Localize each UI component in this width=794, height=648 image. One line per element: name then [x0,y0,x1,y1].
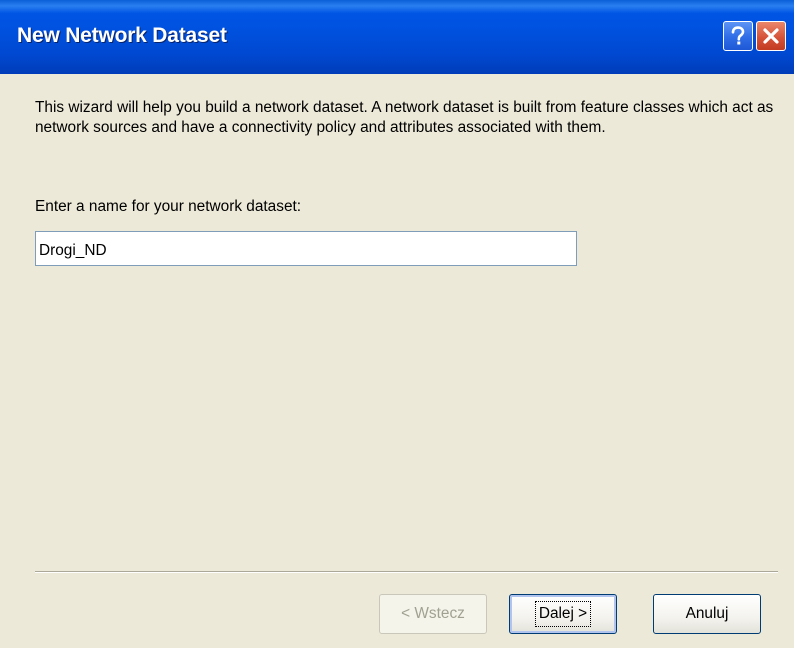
title-bar[interactable]: New Network Dataset [0,0,794,74]
close-icon [762,27,780,45]
dataset-name-label: Enter a name for your network dataset: [35,198,302,215]
next-button[interactable]: Dalej > [509,594,617,634]
button-separator [35,571,778,573]
back-button[interactable]: < Wstecz [379,594,487,634]
dataset-name-input[interactable] [35,231,577,266]
help-icon [730,26,746,46]
cancel-button[interactable]: Anuluj [653,594,761,634]
wizard-dialog: New Network Dataset This wizard will hel… [0,0,794,648]
back-button-label: < Wstecz [401,605,465,622]
cancel-button-label: Anuluj [685,605,729,622]
help-button[interactable] [723,21,753,51]
close-button[interactable] [756,21,786,51]
dialog-body [0,74,794,648]
window-title: New Network Dataset [17,24,227,47]
intro-text: This wizard will help you build a networ… [35,99,774,136]
next-button-label: Dalej > [534,601,592,627]
